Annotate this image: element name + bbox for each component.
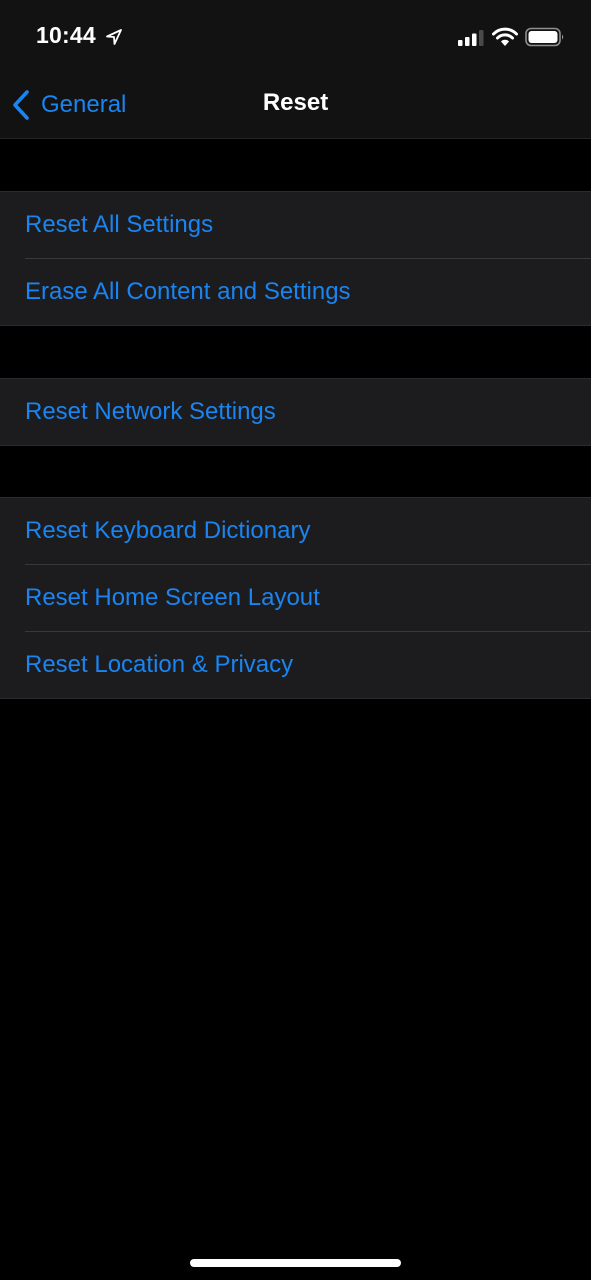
row-label: Reset Network Settings [25,398,276,425]
reset-keyboard-dictionary-button[interactable]: Reset Keyboard Dictionary [0,498,591,564]
back-button-label: General [41,91,127,118]
status-bar: 10:44 [0,0,591,75]
home-indicator[interactable] [190,1259,401,1267]
reset-group-general: Reset All Settings Erase All Content and… [0,191,591,326]
row-label: Reset Home Screen Layout [25,584,320,611]
top-chrome: 10:44 Reset General [0,0,591,139]
reset-network-settings-button[interactable]: Reset Network Settings [0,379,591,445]
cellular-signal-icon [458,30,484,46]
reset-all-settings-button[interactable]: Reset All Settings [0,192,591,258]
reset-group-network: Reset Network Settings [0,378,591,446]
erase-all-content-button[interactable]: Erase All Content and Settings [0,258,591,325]
back-button-general[interactable]: General [10,85,126,125]
row-label: Reset All Settings [25,211,214,238]
row-label: Reset Location & Privacy [25,651,294,678]
reset-home-screen-layout-button[interactable]: Reset Home Screen Layout [0,564,591,631]
reset-location-privacy-button[interactable]: Reset Location & Privacy [0,631,591,698]
navigation-bar: Reset General [0,75,591,137]
status-time: 10:44 [36,22,96,48]
row-label: Erase All Content and Settings [25,278,351,305]
reset-group-other: Reset Keyboard Dictionary Reset Home Scr… [0,497,591,699]
chevron-left-icon [13,90,29,120]
row-label: Reset Keyboard Dictionary [25,517,311,544]
battery-icon [525,27,564,47]
location-arrow-icon [106,29,122,45]
wifi-icon [492,27,518,46]
